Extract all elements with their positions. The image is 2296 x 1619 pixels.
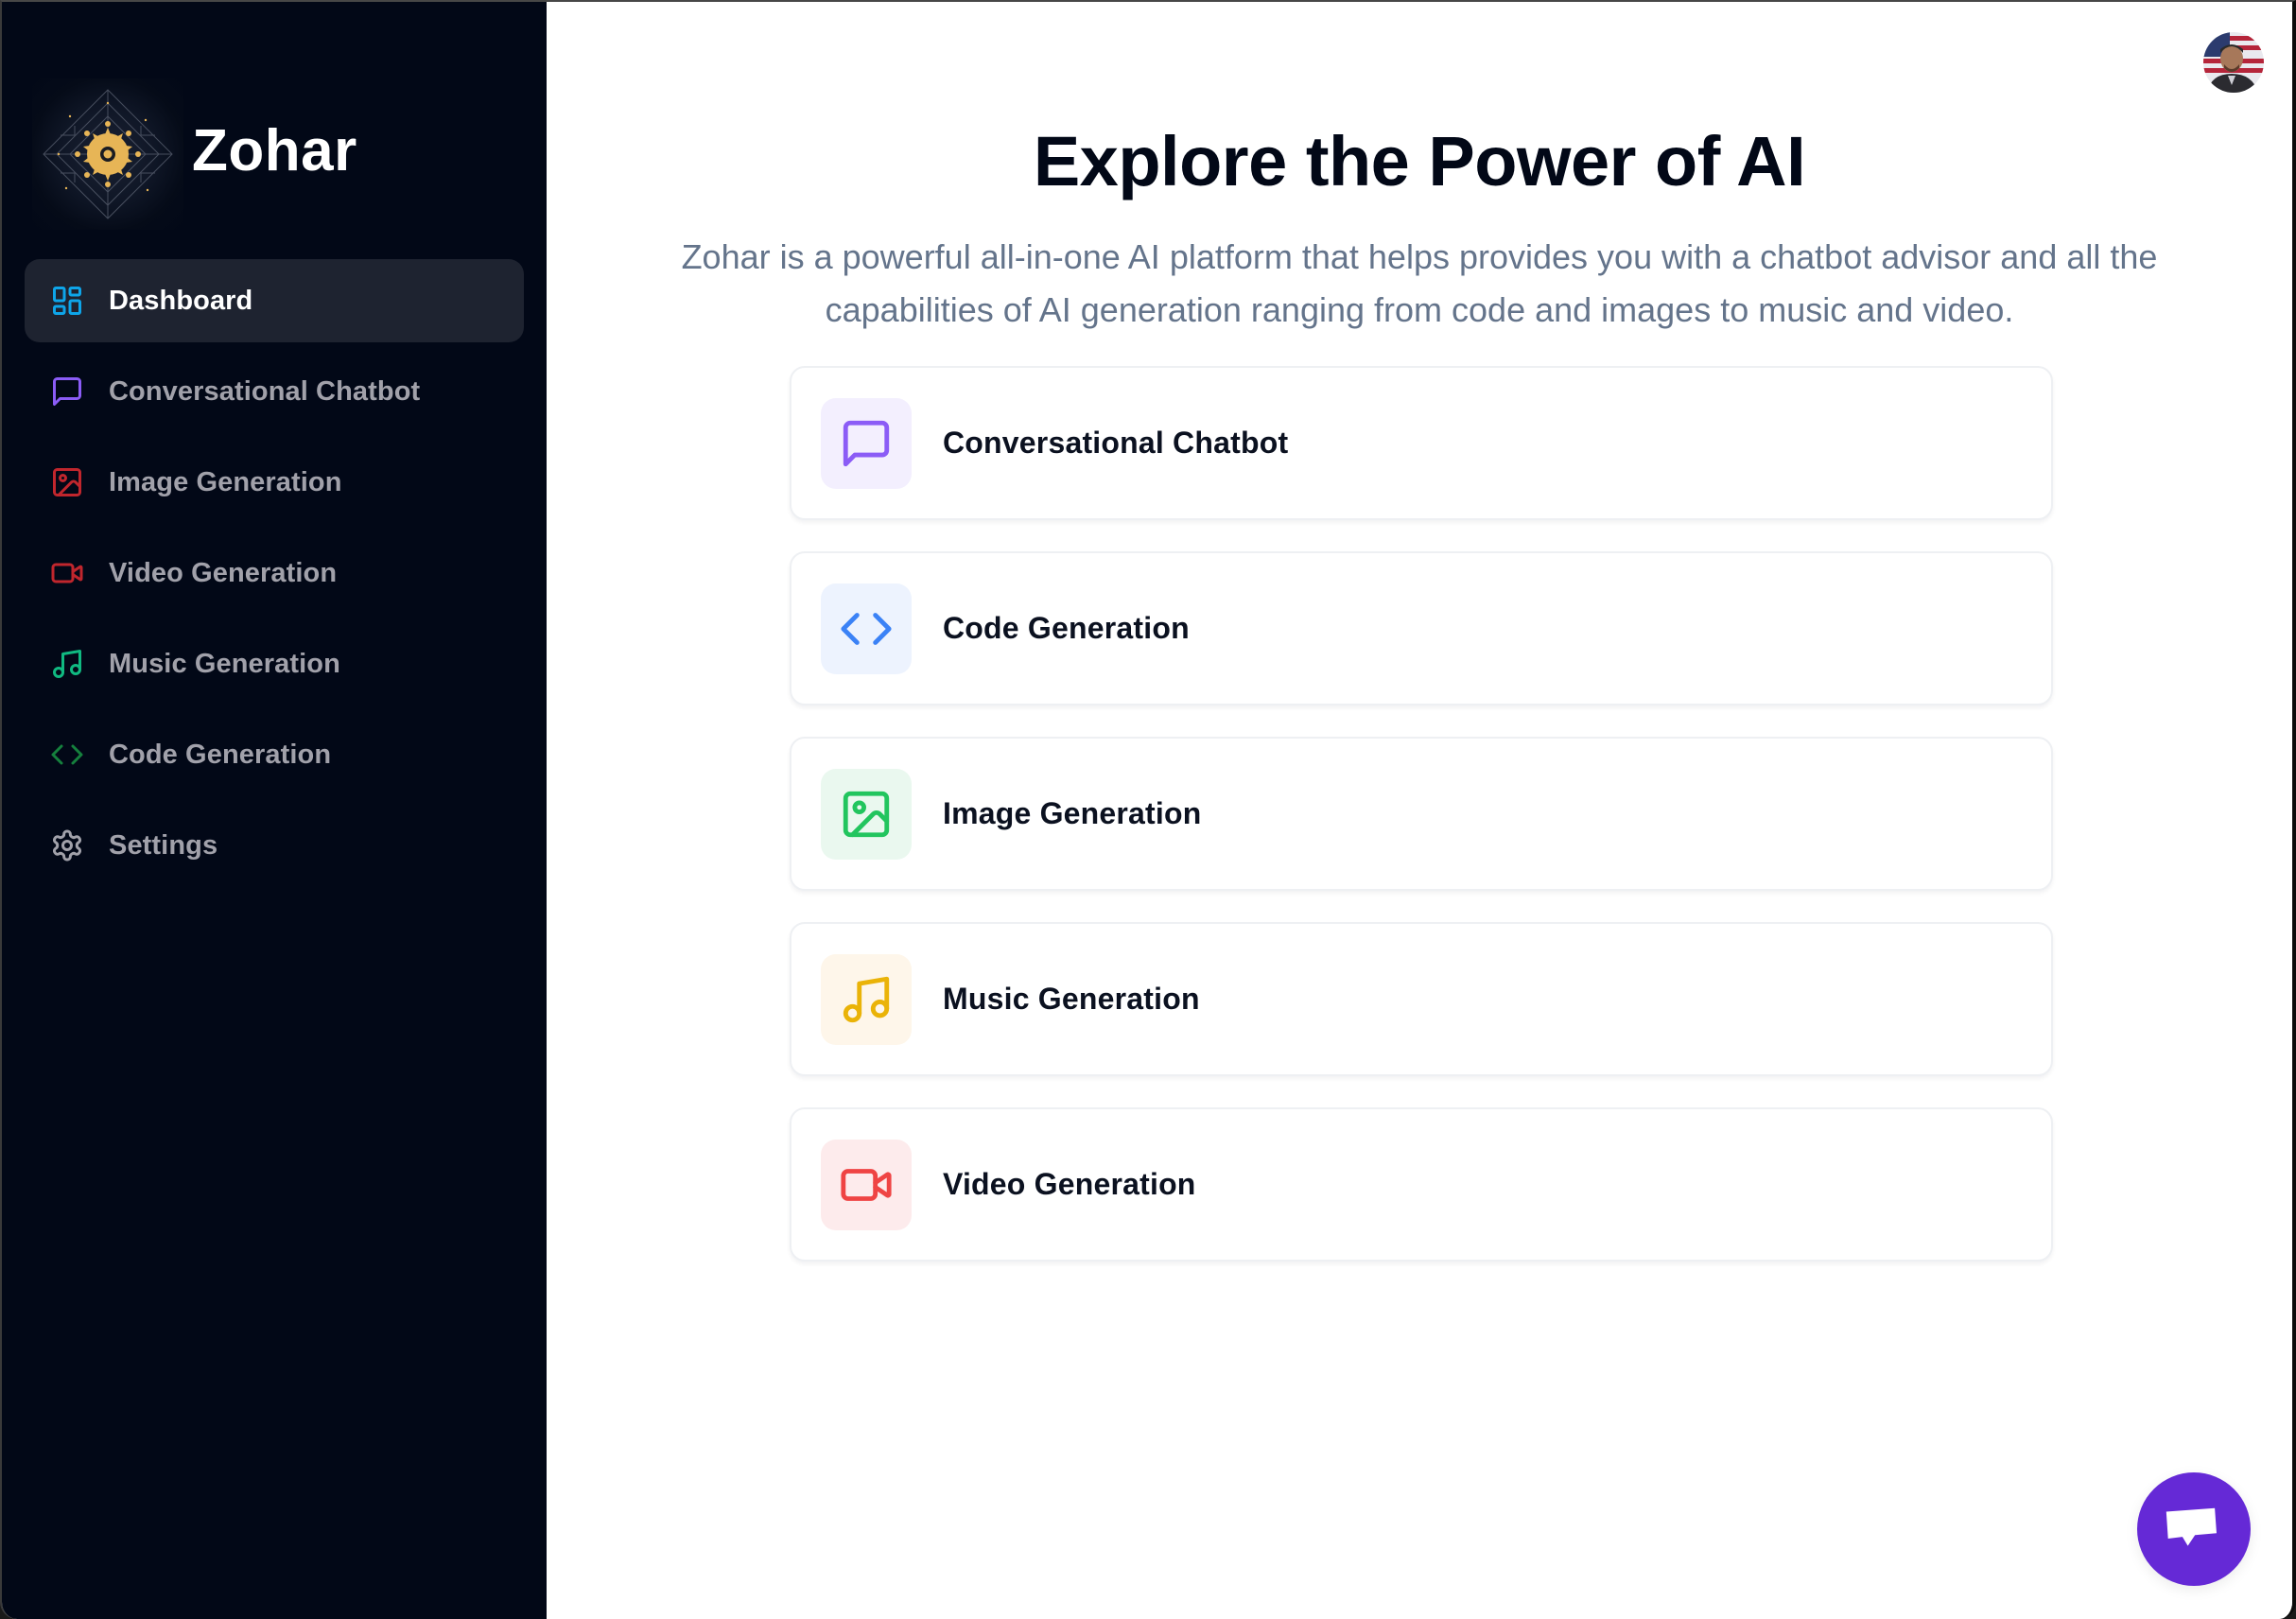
sidebar: Zohar Dashboard Conversational Chatbot I… (2, 2, 547, 1619)
layout-dashboard-icon (50, 284, 84, 318)
music-icon (50, 647, 84, 681)
user-avatar-icon (2203, 32, 2264, 93)
tool-card-label: Code Generation (943, 611, 1190, 645)
settings-icon (50, 828, 84, 862)
image-icon (50, 465, 84, 499)
image-icon (843, 791, 890, 837)
app-window: Zohar Dashboard Conversational Chatbot I… (0, 0, 2296, 1619)
sidebar-item-label: Video Generation (109, 557, 338, 588)
chat-widget-button[interactable] (2137, 1472, 2251, 1586)
sidebar-item-dashboard[interactable]: Dashboard (25, 259, 524, 342)
sidebar-item-music-generation[interactable]: Music Generation (25, 622, 524, 705)
tool-card-video-generation[interactable]: Video Generation (790, 1107, 2053, 1262)
page-title: Explore the Power of AI (1033, 122, 1806, 200)
sidebar-item-label: Image Generation (109, 466, 342, 497)
ai-circuit-logo-icon (43, 89, 173, 219)
card-icon-box (821, 768, 912, 860)
tool-card-code-generation[interactable]: Code Generation (790, 551, 2053, 705)
code-icon (841, 612, 892, 645)
card-icon-box (821, 953, 912, 1045)
user-avatar[interactable] (2203, 32, 2264, 93)
sidebar-nav: Dashboard Conversational Chatbot Image G… (25, 259, 524, 895)
tool-card-label: Music Generation (943, 982, 1200, 1016)
tool-card-list: Conversational Chatbot Code Generation I… (790, 366, 2053, 1293)
chat-bubble-icon (2166, 1507, 2217, 1546)
tool-card-image-generation[interactable]: Image Generation (790, 737, 2053, 891)
card-icon-box (821, 583, 912, 674)
sidebar-item-label: Code Generation (109, 739, 332, 770)
video-icon (50, 556, 84, 590)
sidebar-item-conversational-chatbot[interactable]: Conversational Chatbot (25, 350, 524, 433)
sidebar-item-label: Conversational Chatbot (109, 375, 421, 407)
card-icon-box (821, 1139, 912, 1230)
code-icon (50, 738, 84, 772)
page-subtitle: Zohar is a powerful all-in-one AI platfo… (681, 237, 2158, 329)
sidebar-item-video-generation[interactable]: Video Generation (25, 531, 524, 615)
sidebar-item-label: Music Generation (109, 648, 340, 679)
brand-logo[interactable] (32, 78, 183, 230)
card-icon-box (821, 397, 912, 489)
message-square-icon (843, 420, 890, 466)
tool-card-label: Video Generation (943, 1167, 1196, 1201)
sidebar-item-code-generation[interactable]: Code Generation (25, 713, 524, 796)
video-icon (841, 1168, 892, 1201)
tool-card-label: Conversational Chatbot (943, 426, 1289, 460)
sidebar-item-label: Dashboard (109, 285, 253, 316)
sidebar-item-settings[interactable]: Settings (25, 804, 524, 887)
tool-card-conversational-chatbot[interactable]: Conversational Chatbot (790, 366, 2053, 520)
sidebar-item-label: Settings (109, 829, 218, 861)
tool-card-label: Image Generation (943, 796, 1202, 830)
sidebar-item-image-generation[interactable]: Image Generation (25, 441, 524, 524)
music-icon (843, 976, 890, 1022)
message-square-icon (50, 374, 84, 409)
main-content: Explore the Power of AI Zohar is a power… (547, 2, 2292, 1619)
tool-card-music-generation[interactable]: Music Generation (790, 922, 2053, 1076)
brand-name: Zohar (192, 118, 357, 183)
